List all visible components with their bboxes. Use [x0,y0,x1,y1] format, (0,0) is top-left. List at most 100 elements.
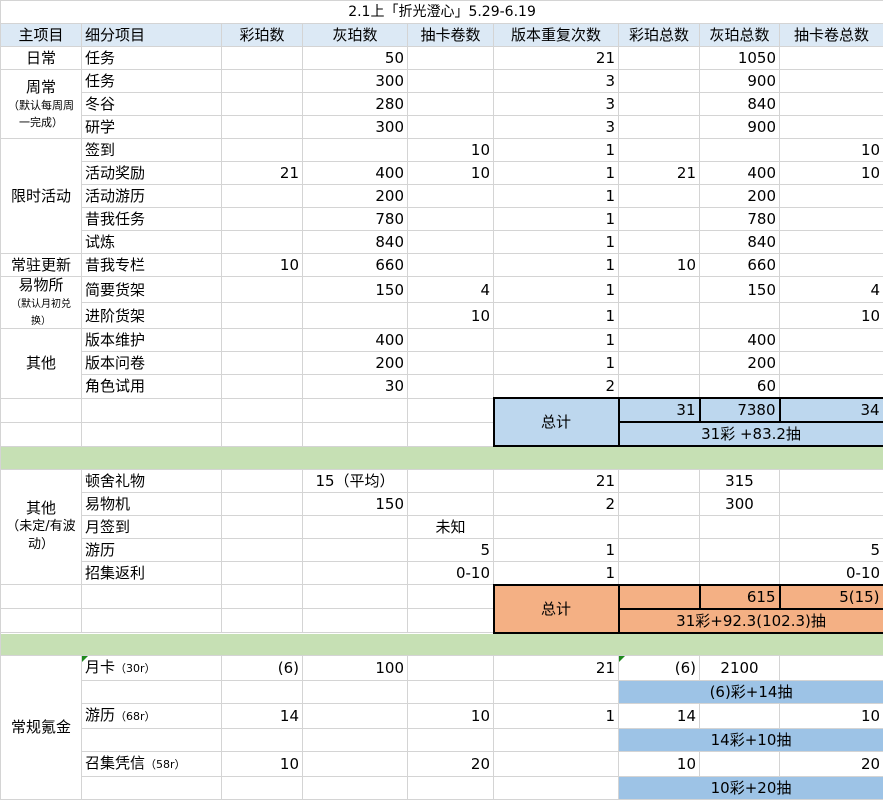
cell-gray: 660 [303,254,408,277]
cell-ticket: 5 [408,538,494,561]
cell-color-total [619,515,700,538]
cell-color [222,93,303,116]
cell-color [222,303,303,329]
item-name: 任务 [82,47,222,70]
cell-ticket-total: 20 [780,752,883,777]
cell-color [222,375,303,399]
table-row: 周常 （默认每周周一完成） 任务 300 3 900 [1,70,883,93]
sheet-title: 2.1上「折光澄心」5.29-6.19 [1,1,883,24]
cell-gray-total [700,303,780,329]
cell-rep: 2 [494,375,619,399]
cell-ticket [408,469,494,492]
cell-color-total [619,352,700,375]
cell-color-total [619,538,700,561]
cell-color [222,538,303,561]
group-other2-label: 其他 [26,499,56,517]
cell-gray: 100 [303,656,408,681]
cell-gray: 200 [303,352,408,375]
item-name: 招集返利 [82,561,222,585]
item-name: 冬谷 [82,93,222,116]
total1-gray: 7380 [700,398,780,422]
cell-ticket-total [780,492,883,515]
header-color: 彩珀数 [222,24,303,47]
empty-cell [303,729,408,752]
cell-rep: 3 [494,93,619,116]
empty-cell [222,777,303,800]
cell-ticket-total: 0-10 [780,561,883,585]
header-color-total: 彩珀总数 [619,24,700,47]
table-row: 日常 任务 50 21 1050 [1,47,883,70]
cell-ticket: 10 [408,303,494,329]
cell-ticket-total [780,515,883,538]
cell-gray-total: 780 [700,208,780,231]
cell-ticket: 4 [408,277,494,303]
cell-color: 14 [222,704,303,729]
table-row: 易物所 （默认月初兑换） 简要货架 150 4 1 150 4 [1,277,883,303]
cell-ticket-total [780,375,883,399]
empty-cell [494,777,619,800]
cell-rep: 1 [494,704,619,729]
cell-gray-total [700,561,780,585]
table-row: 召集凭信（58r） 10 20 10 20 [1,752,883,777]
cell-color [222,277,303,303]
cell-gray: 50 [303,47,408,70]
cell-color-total [619,375,700,399]
group-daily: 日常 [1,47,82,70]
header-sub: 细分项目 [82,24,222,47]
cell-rep: 21 [494,469,619,492]
cell-color-total [619,561,700,585]
cell-gray [303,303,408,329]
item-name: 试炼 [82,231,222,254]
cell-rep [494,515,619,538]
empty-cell [494,729,619,752]
cell-gray [303,561,408,585]
cell-gray: 150 [303,277,408,303]
cell-gray: 200 [303,185,408,208]
cell-color [222,185,303,208]
cell-gray-total: 400 [700,162,780,185]
item-name: 活动奖励 [82,162,222,185]
cell-gray [303,139,408,162]
item-name: 月卡（30r） [82,656,222,681]
cell-gray-total: 315 [700,469,780,492]
header-ticket-total: 抽卡卷总数 [780,24,883,47]
empty-cell [303,681,408,704]
empty-cell [82,777,222,800]
cell-ticket-total: 10 [780,704,883,729]
item-price: （30r） [115,662,156,675]
cell-color-total: 10 [619,254,700,277]
empty-cell [82,729,222,752]
empty-cell [408,585,494,609]
cell-gray: 280 [303,93,408,116]
separator-row [1,633,883,656]
total2-color [619,585,700,609]
empty-cell [222,609,303,633]
cell-color [222,208,303,231]
item-price: （58r） [145,758,186,771]
cell-ticket-total [780,352,883,375]
empty-cell [408,681,494,704]
cell-ticket-total [780,185,883,208]
separator [1,633,883,656]
header-row: 主项目 细分项目 彩珀数 灰珀数 抽卡卷数 版本重复次数 彩珀总数 灰珀总数 抽… [1,24,883,47]
paid-tour-summary: 14彩+10抽 [619,729,883,752]
cell-color-total: (6) [619,656,700,681]
group-weekly-label: 周常 [26,78,56,96]
empty-cell [303,777,408,800]
cell-color: 10 [222,752,303,777]
table-row: 总计 615 5(15) [1,585,883,609]
cell-gray-total: 60 [700,375,780,399]
cell-color-total [619,277,700,303]
cell-ticket-total: 5 [780,538,883,561]
item-name: 昔我专栏 [82,254,222,277]
cell-gray [303,515,408,538]
cell-rep: 3 [494,116,619,139]
empty-cell [303,585,408,609]
cell-color-total: 14 [619,704,700,729]
cell-color: (6) [222,656,303,681]
cell-gray: 400 [303,329,408,352]
item-label: 游历 [85,706,115,724]
item-name: 角色试用 [82,375,222,399]
header-rep: 版本重复次数 [494,24,619,47]
table-row: 总计 31 7380 34 [1,398,883,422]
